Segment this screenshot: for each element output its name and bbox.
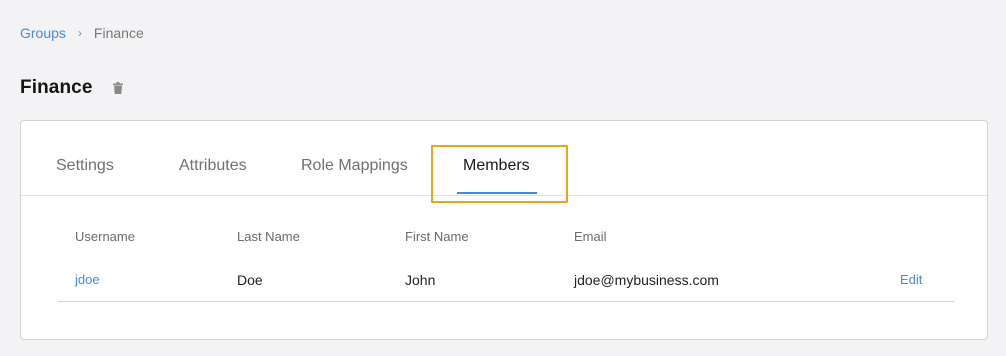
email-cell: jdoe@mybusiness.com [574, 272, 719, 288]
trash-icon[interactable] [111, 80, 125, 96]
column-header-first-name[interactable]: First Name [405, 229, 469, 244]
page-header: Finance [20, 77, 125, 99]
breadcrumb-link-groups[interactable]: Groups [20, 25, 66, 41]
tab-members[interactable]: Members [463, 157, 530, 175]
page-title: Finance [20, 77, 93, 98]
column-header-username[interactable]: Username [75, 229, 135, 244]
tab-settings[interactable]: Settings [56, 157, 114, 175]
tab-bar: Settings Attributes Role Mappings Member… [21, 121, 987, 203]
edit-link[interactable]: Edit [900, 272, 922, 287]
first-name-cell: John [405, 272, 436, 288]
chevron-right-icon: › [77, 26, 82, 40]
tab-attributes[interactable]: Attributes [179, 157, 247, 175]
group-detail-card: Settings Attributes Role Mappings Member… [20, 120, 988, 340]
active-tab-indicator [457, 192, 537, 194]
breadcrumb-current: Finance [93, 25, 144, 41]
column-header-last-name[interactable]: Last Name [237, 229, 300, 244]
username-link[interactable]: jdoe [75, 272, 100, 287]
column-header-email[interactable]: Email [574, 229, 607, 244]
breadcrumb: Groups › Finance [20, 25, 144, 41]
last-name-cell: Doe [237, 272, 263, 288]
table-row: jdoe Doe John jdoe@mybusiness.com Edit [58, 258, 954, 302]
tab-role-mappings[interactable]: Role Mappings [301, 157, 408, 175]
